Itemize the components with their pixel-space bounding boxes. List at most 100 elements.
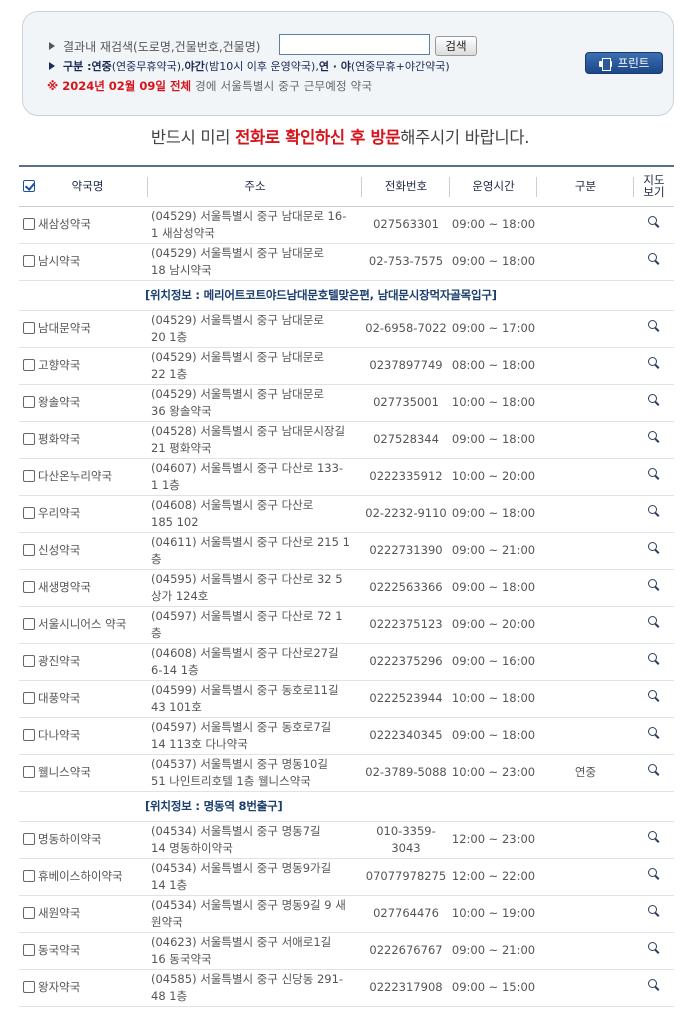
col-tel: 전화번호 [362,165,450,207]
magnifier-icon[interactable] [648,690,660,702]
kind-cell [537,821,634,859]
map-cell [634,206,674,244]
col-hours-label: 운영시간 [472,179,515,194]
hours-cell: 10:00 ~ 18:00 [450,680,537,718]
address-line-1: (04529) 서울특별시 중구 남대문로 [151,386,324,401]
address-cell: (04529) 서울특별시 중구 남대문로 18 남시약국 [148,243,362,281]
row-checkbox[interactable] [23,944,35,956]
magnifier-icon[interactable] [648,431,660,443]
row-checkbox[interactable] [23,907,35,919]
col-tel-label: 전화번호 [384,179,428,194]
pharmacy-name-cell: 남시약국 [19,243,148,281]
search-input[interactable] [279,34,430,55]
row-checkbox[interactable] [23,692,35,704]
pharmacy-name: 서울시니어스 약국 [38,617,127,631]
address-line-2: 1 새삼성약국 [151,225,215,240]
pharmacy-name: 새생명약국 [38,580,91,594]
row-checkbox[interactable] [23,833,35,845]
magnifier-icon[interactable] [648,727,660,739]
table-row: 남대문약국 (04529) 서울특별시 중구 남대문로 20 1층 02-6958-7… [19,310,674,348]
row-checkbox[interactable] [23,396,35,408]
hours-cell: 09:00 ~ 18:00 [450,717,537,755]
map-cell [634,606,674,644]
kind-cell [537,895,634,933]
kind-cell [537,717,634,755]
magnifier-icon[interactable] [648,905,660,917]
pharmacy-name-cell: 우리약국 [19,495,148,533]
row-checkbox[interactable] [23,218,35,230]
address-cell: (04607) 서울특별시 중구 다산로 133- 1 1층 [148,458,362,496]
col-map-label-2: 보기 [643,185,665,200]
row-checkbox[interactable] [23,470,35,482]
table-row: 새생명약국 (04595) 서울특별시 중구 다산로 32 5 상가 124호 022… [19,569,674,607]
row-checkbox[interactable] [23,870,35,882]
row-checkbox[interactable] [23,544,35,556]
pharmacy-name-cell: 고향약국 [19,347,148,385]
row-checkbox[interactable] [23,729,35,741]
magnifier-icon[interactable] [648,979,660,991]
kind-cell [537,495,634,533]
row-checkbox[interactable] [23,766,35,778]
row-checkbox[interactable] [23,581,35,593]
tel-cell: 0222335912 [362,458,450,496]
address-line-2: 51 나인트리호텔 1층 웰니스약국 [151,773,311,788]
magnifier-icon[interactable] [648,579,660,591]
hours-cell: 08:00 ~ 18:00 [450,347,537,385]
pharmacy-name: 우리약국 [38,506,81,520]
print-button[interactable]: 프린트 [585,52,663,74]
magnifier-icon[interactable] [648,505,660,517]
address-cell: (04534) 서울특별시 중구 명동9길 9 새 원약국 [148,895,362,933]
kind-cell [537,932,634,970]
magnifier-icon[interactable] [648,653,660,665]
pharmacy-name-cell: 웰니스약국 [19,754,148,792]
notice-post: 해주시기 바랍니다. [400,128,530,147]
magnifier-icon[interactable] [648,357,660,369]
col-name-label: 약국명 [71,179,104,194]
address-line-1: (04529) 서울특별시 중구 남대문로 [151,245,324,260]
address-line-2: 21 평화약국 [151,440,212,455]
magnifier-icon[interactable] [648,394,660,406]
kind-cell [537,532,634,570]
tel-cell: 0222317908 [362,969,450,1007]
legend-prefix: 구분 : [63,60,92,73]
row-checkbox[interactable] [23,618,35,630]
magnifier-icon[interactable] [648,468,660,480]
address-cell: (04608) 서울특별시 중구 다산로 185 102 [148,495,362,533]
row-checkbox[interactable] [23,322,35,334]
address-line-1: (04537) 서울특별시 중구 명동10길 [151,756,328,771]
address-cell: (04597) 서울특별시 중구 다산로 72 1 층 [148,606,362,644]
kind-cell [537,421,634,459]
tel-cell: 02-2232-9110 [362,495,450,533]
magnifier-icon[interactable] [648,216,660,228]
magnifier-icon[interactable] [648,320,660,332]
map-cell [634,895,674,933]
hours-cell: 09:00 ~ 21:00 [450,932,537,970]
pharmacy-name: 왕자약국 [38,980,81,994]
legend-night: 야간 [184,60,205,73]
magnifier-icon[interactable] [648,253,660,265]
row-checkbox[interactable] [23,255,35,267]
row-checkbox[interactable] [23,981,35,993]
row-checkbox[interactable] [23,359,35,371]
pharmacy-name-cell: 평화약국 [19,421,148,459]
tel-cell: 0237897749 [362,347,450,385]
row-checkbox[interactable] [23,655,35,667]
magnifier-icon[interactable] [648,616,660,628]
search-button[interactable]: 검색 [435,36,477,56]
address-line-1: (04611) 서울특별시 중구 다산로 215 1 [151,534,350,549]
magnifier-icon[interactable] [648,542,660,554]
address-line-2: 6-14 1층 [151,662,199,677]
address-line-2: 185 102 [151,514,199,529]
magnifier-icon[interactable] [648,831,660,843]
select-all-checkbox[interactable] [23,180,35,193]
magnifier-icon[interactable] [648,868,660,880]
magnifier-icon[interactable] [648,942,660,954]
hours-cell: 09:00 ~ 18:00 [450,243,537,281]
date-mark: ※ [47,79,59,93]
row-checkbox[interactable] [23,507,35,519]
date-value: 2024년 02월 09일 전체 [62,79,192,93]
pharmacy-name: 다산온누리약국 [38,469,113,483]
row-checkbox[interactable] [23,433,35,445]
magnifier-icon[interactable] [648,764,660,776]
table-row: 다산온누리약국 (04607) 서울특별시 중구 다산로 133- 1 1층 0222… [19,458,674,496]
